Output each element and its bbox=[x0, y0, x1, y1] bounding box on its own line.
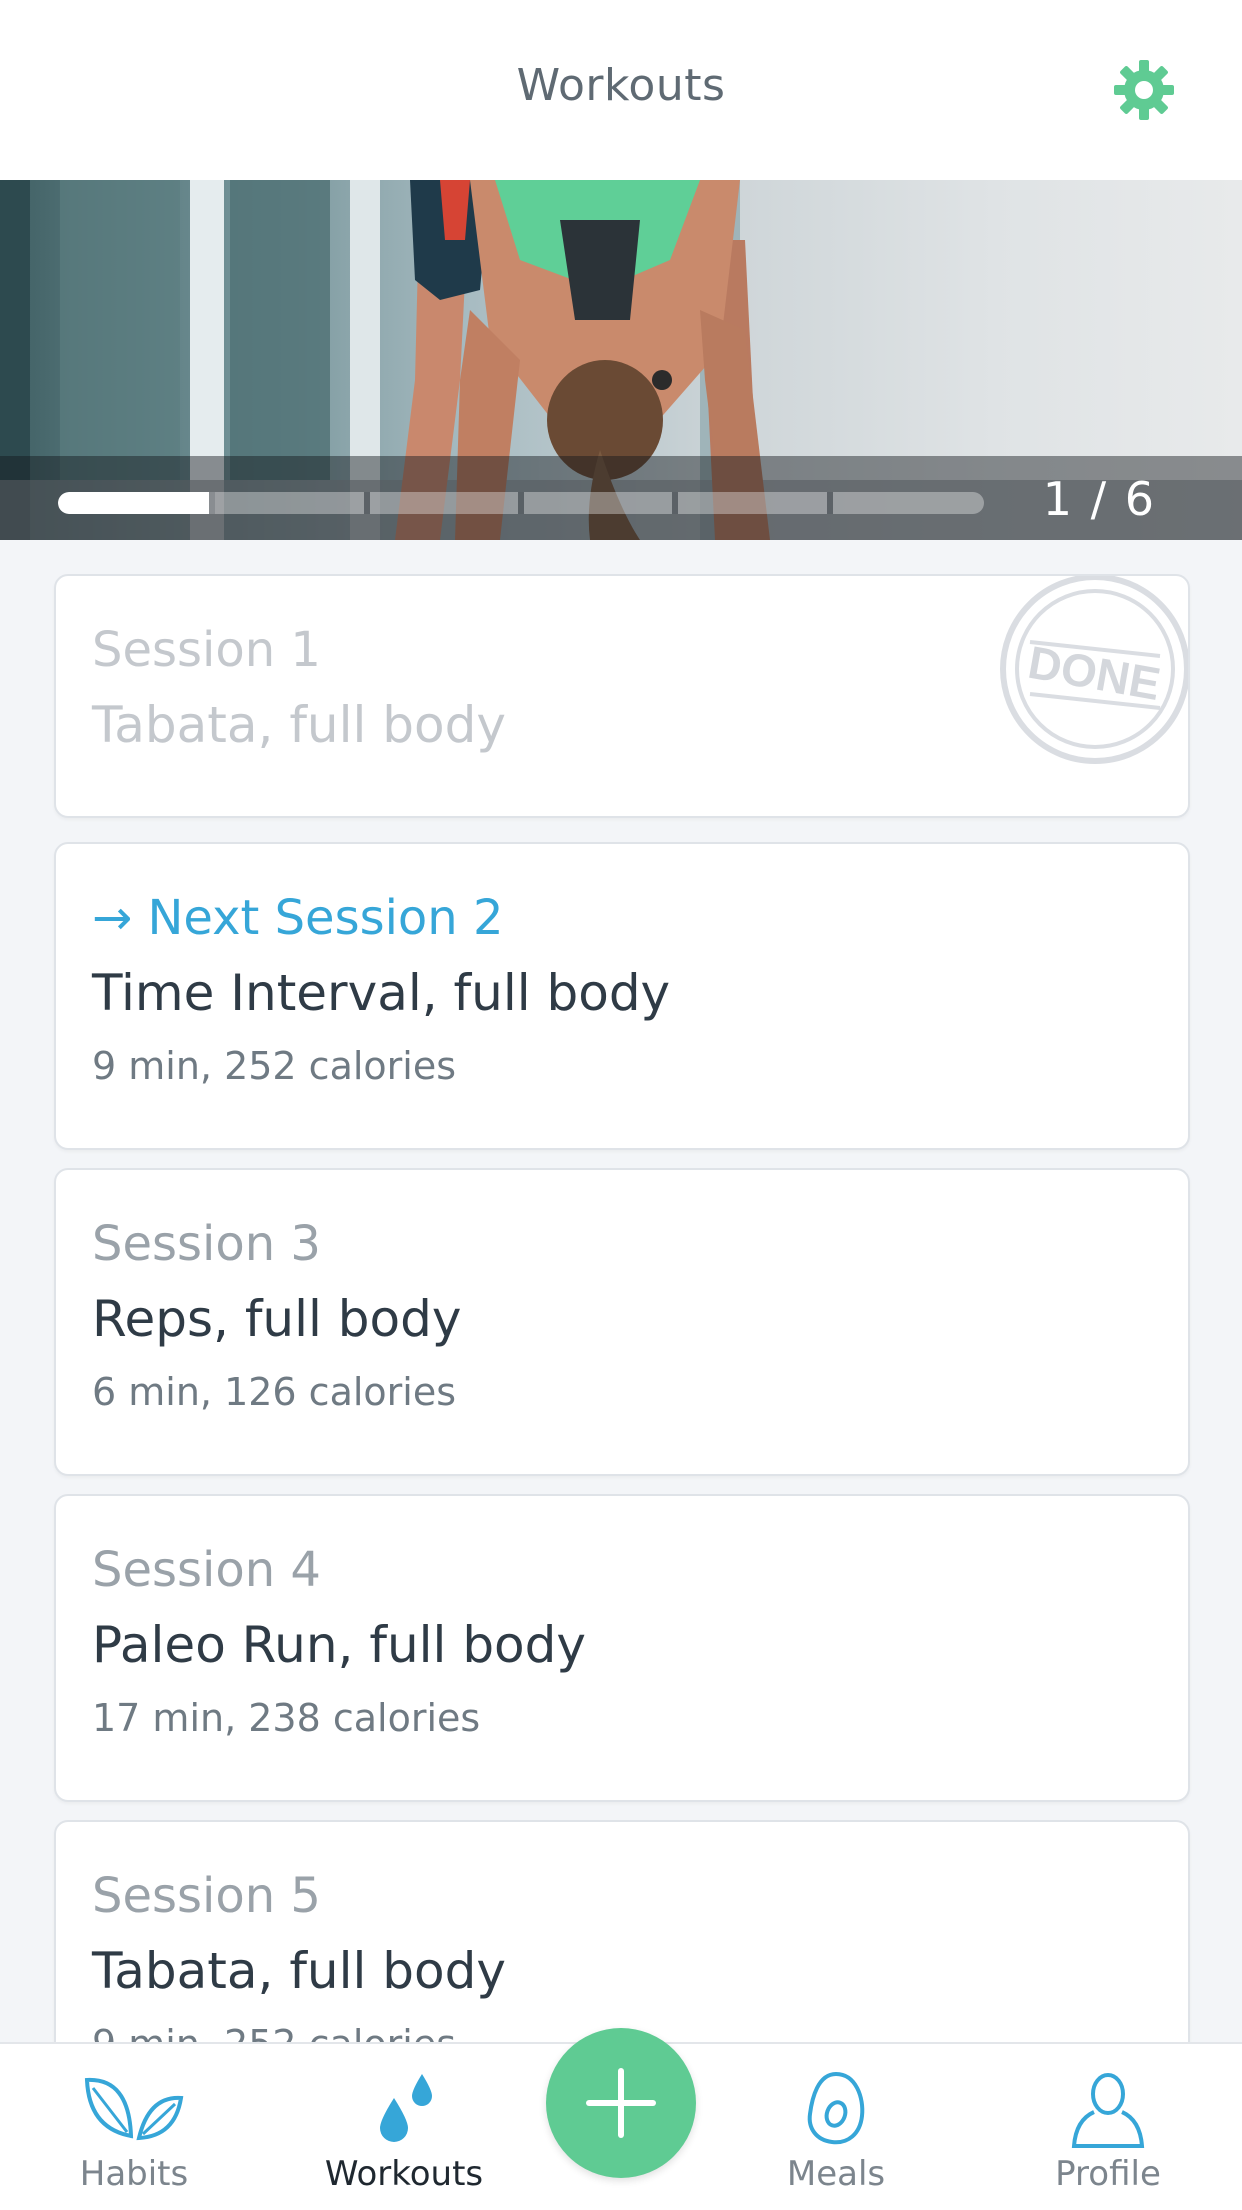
person-icon bbox=[1071, 2073, 1145, 2148]
session-meta: 6 min, 126 calories bbox=[92, 1370, 457, 1414]
progress-segment-divider bbox=[826, 492, 833, 514]
progress-segment-divider bbox=[518, 492, 524, 514]
session-card-4[interactable]: Session 4 Paleo Run, full body 17 min, 2… bbox=[54, 1494, 1190, 1802]
tab-habits[interactable]: Habits bbox=[34, 2044, 234, 2210]
session-meta: 9 min, 252 calories bbox=[92, 1044, 457, 1088]
gear-icon[interactable] bbox=[1112, 58, 1176, 122]
session-name: Paleo Run, full body bbox=[92, 1616, 586, 1674]
session-name: Reps, full body bbox=[92, 1290, 462, 1348]
top-bar: Workouts bbox=[0, 0, 1242, 180]
tab-label: Habits bbox=[79, 2154, 189, 2194]
program-progress-fill bbox=[58, 492, 216, 514]
program-progress-bar bbox=[58, 492, 984, 514]
tab-label: Profile bbox=[1055, 2154, 1161, 2194]
session-label: Session 1 bbox=[92, 622, 321, 678]
stamp-text: DONE bbox=[1024, 636, 1164, 710]
tab-workouts[interactable]: Workouts bbox=[304, 2044, 504, 2210]
progress-segment-divider bbox=[363, 492, 370, 514]
arrow-right-icon: → bbox=[92, 890, 133, 946]
session-label: Session 5 bbox=[92, 1868, 321, 1924]
session-label: Session 3 bbox=[92, 1216, 321, 1272]
plus-icon bbox=[586, 2068, 656, 2138]
session-meta: 17 min, 238 calories bbox=[92, 1696, 481, 1740]
session-counter: 1 / 6 bbox=[1042, 472, 1156, 526]
session-name: Time Interval, full body bbox=[92, 964, 671, 1022]
water-drops-icon bbox=[380, 2074, 432, 2142]
session-card-1[interactable]: Session 1 Tabata, full body DONE bbox=[54, 574, 1190, 818]
progress-segment-divider bbox=[672, 492, 679, 514]
tab-profile[interactable]: Profile bbox=[1008, 2044, 1208, 2210]
progress-segment-divider bbox=[209, 492, 216, 514]
session-name: Tabata, full body bbox=[92, 696, 506, 754]
session-name: Tabata, full body bbox=[92, 1942, 506, 2000]
session-card-3[interactable]: Session 3 Reps, full body 6 min, 126 cal… bbox=[54, 1168, 1190, 1476]
add-button[interactable] bbox=[546, 2028, 696, 2178]
avocado-icon bbox=[807, 2071, 865, 2145]
workout-hero-image: 1 / 6 bbox=[0, 180, 1242, 540]
page-title: Workouts bbox=[516, 60, 726, 111]
session-label: → Next Session 2 bbox=[92, 890, 504, 946]
tab-label: Meals bbox=[786, 2154, 886, 2194]
session-label-text: Next Session 2 bbox=[147, 890, 504, 946]
session-card-2[interactable]: → Next Session 2 Time Interval, full bod… bbox=[54, 842, 1190, 1150]
session-label: Session 4 bbox=[92, 1542, 321, 1598]
done-stamp-icon: DONE bbox=[1000, 576, 1188, 764]
tab-meals[interactable]: Meals bbox=[736, 2044, 936, 2210]
tab-label: Workouts bbox=[324, 2154, 484, 2194]
leaves-icon bbox=[84, 2077, 184, 2141]
